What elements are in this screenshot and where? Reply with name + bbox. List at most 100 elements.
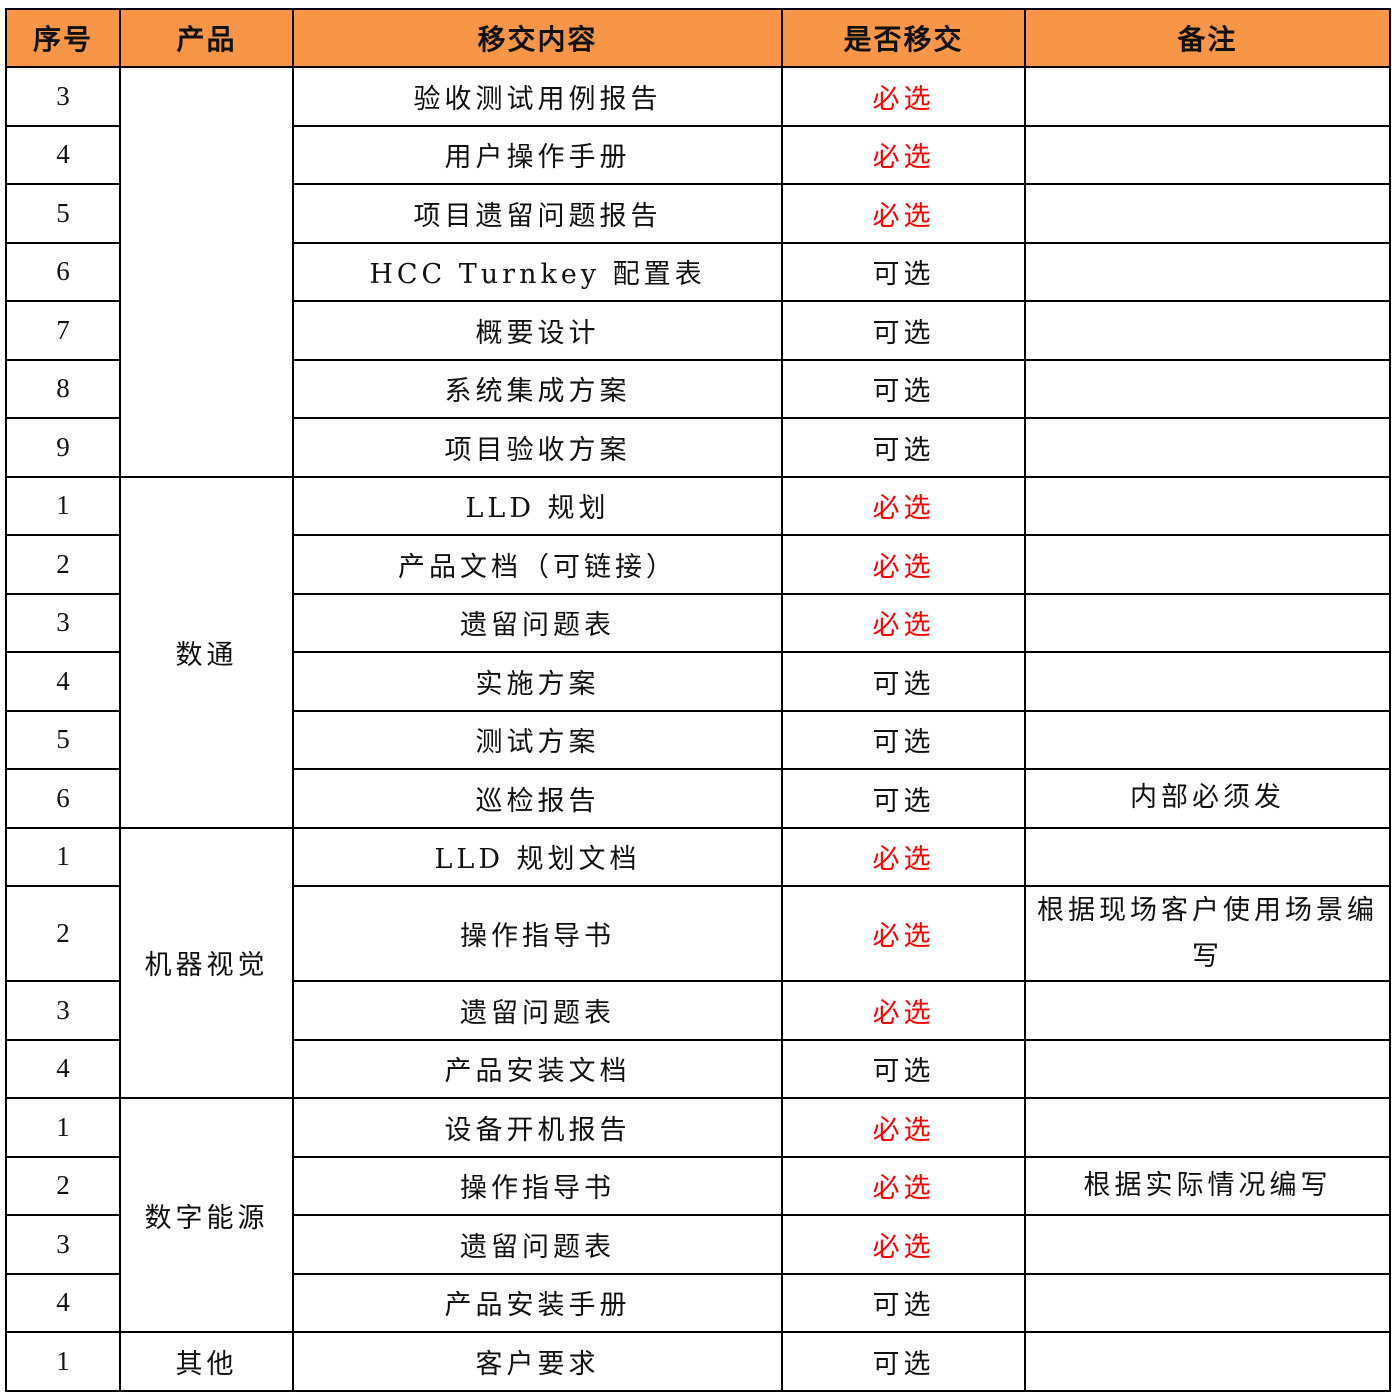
note-cell (1024, 300, 1391, 361)
status-cell: 必选 (781, 534, 1026, 595)
status-cell: 必选 (781, 1155, 1026, 1216)
table-row: 1 其他 客户要求 可选 (5, 1331, 1391, 1392)
status-cell: 可选 (781, 241, 1026, 302)
status-cell: 必选 (781, 826, 1026, 887)
note-cell (1024, 475, 1391, 536)
row-number: 1 (5, 1331, 121, 1392)
content-cell: 项目验收方案 (292, 417, 783, 478)
table-row: 1 机器视觉 LLD 规划文档 必选 (5, 826, 1391, 1099)
handover-table: 序号 产品 移交内容 是否移交 备注 3 验收测试用例报告 必选 4 用户操作手… (5, 8, 1391, 1392)
note-cell: 内部必须发 (1024, 768, 1391, 829)
header-status: 是否移交 (781, 8, 1026, 68)
note-cell (1024, 651, 1391, 712)
note-cell (1024, 66, 1391, 127)
row-number: 4 (5, 1038, 121, 1099)
content-cell: 设备开机报告 (292, 1097, 783, 1158)
row-number: 1 (5, 1097, 121, 1158)
note-cell (1024, 1038, 1391, 1099)
note-cell: 根据实际情况编写 (1024, 1155, 1391, 1216)
row-number: 5 (5, 183, 121, 244)
note-cell (1024, 1331, 1391, 1392)
content-cell: 操作指导书 (292, 885, 783, 982)
content-cell: 产品文档（可链接） (292, 534, 783, 595)
row-number: 2 (5, 1155, 121, 1216)
row-number: 9 (5, 417, 121, 478)
table-row: 3 验收测试用例报告 必选 (5, 66, 1391, 478)
content-cell: 产品安装文档 (292, 1038, 783, 1099)
content-cell: LLD 规划 (292, 475, 783, 536)
status-cell: 可选 (781, 300, 1026, 361)
note-cell (1024, 592, 1391, 653)
content-cell: 遗留问题表 (292, 1214, 783, 1275)
content-cell: 项目遗留问题报告 (292, 183, 783, 244)
product-cell: 数通 (119, 475, 294, 829)
note-cell: 根据现场客户使用场景编写 (1024, 885, 1391, 982)
row-number: 3 (5, 1214, 121, 1275)
content-cell: HCC Turnkey 配置表 (292, 241, 783, 302)
content-cell: 客户要求 (292, 1331, 783, 1392)
content-cell: 遗留问题表 (292, 980, 783, 1041)
status-cell: 必选 (781, 66, 1026, 127)
row-number: 3 (5, 66, 121, 127)
row-number: 7 (5, 300, 121, 361)
row-number: 4 (5, 651, 121, 712)
row-number: 4 (5, 124, 121, 185)
header-row: 序号 产品 移交内容 是否移交 备注 (5, 8, 1391, 68)
note-cell (1024, 1214, 1391, 1275)
note-cell (1024, 534, 1391, 595)
header-content: 移交内容 (292, 8, 783, 68)
row-number: 1 (5, 475, 121, 536)
header-note: 备注 (1024, 8, 1391, 68)
row-number: 2 (5, 534, 121, 595)
status-cell: 可选 (781, 709, 1026, 770)
row-number: 2 (5, 885, 121, 982)
status-cell: 必选 (781, 885, 1026, 982)
status-cell: 可选 (781, 651, 1026, 712)
content-cell: 产品安装手册 (292, 1272, 783, 1333)
note-cell (1024, 709, 1391, 770)
product-cell: 机器视觉 (119, 826, 294, 1099)
note-cell (1024, 241, 1391, 302)
row-number: 3 (5, 592, 121, 653)
content-cell: LLD 规划文档 (292, 826, 783, 887)
content-cell: 系统集成方案 (292, 358, 783, 419)
note-cell (1024, 358, 1391, 419)
table-row: 1 数字能源 设备开机报告 必选 (5, 1097, 1391, 1333)
status-cell: 可选 (781, 1038, 1026, 1099)
header-product: 产品 (119, 8, 294, 68)
status-cell: 可选 (781, 358, 1026, 419)
row-number: 6 (5, 241, 121, 302)
content-cell: 测试方案 (292, 709, 783, 770)
status-cell: 可选 (781, 417, 1026, 478)
row-number: 1 (5, 826, 121, 887)
row-number: 5 (5, 709, 121, 770)
product-cell (119, 66, 294, 478)
content-cell: 巡检报告 (292, 768, 783, 829)
note-cell (1024, 1272, 1391, 1333)
table-row: 1 数通 LLD 规划 必选 (5, 475, 1391, 829)
note-cell (1024, 417, 1391, 478)
status-cell: 可选 (781, 1272, 1026, 1333)
note-cell (1024, 826, 1391, 887)
status-cell: 必选 (781, 183, 1026, 244)
content-cell: 实施方案 (292, 651, 783, 712)
status-cell: 可选 (781, 768, 1026, 829)
status-cell: 必选 (781, 980, 1026, 1041)
header-no: 序号 (5, 8, 121, 68)
row-number: 4 (5, 1272, 121, 1333)
content-cell: 遗留问题表 (292, 592, 783, 653)
row-number: 6 (5, 768, 121, 829)
product-cell: 数字能源 (119, 1097, 294, 1333)
content-cell: 概要设计 (292, 300, 783, 361)
product-cell: 其他 (119, 1331, 294, 1392)
status-cell: 必选 (781, 592, 1026, 653)
content-cell: 操作指导书 (292, 1155, 783, 1216)
note-cell (1024, 1097, 1391, 1158)
row-number: 8 (5, 358, 121, 419)
status-cell: 必选 (781, 475, 1026, 536)
content-cell: 验收测试用例报告 (292, 66, 783, 127)
status-cell: 必选 (781, 1214, 1026, 1275)
note-cell (1024, 124, 1391, 185)
note-cell (1024, 980, 1391, 1041)
status-cell: 必选 (781, 1097, 1026, 1158)
